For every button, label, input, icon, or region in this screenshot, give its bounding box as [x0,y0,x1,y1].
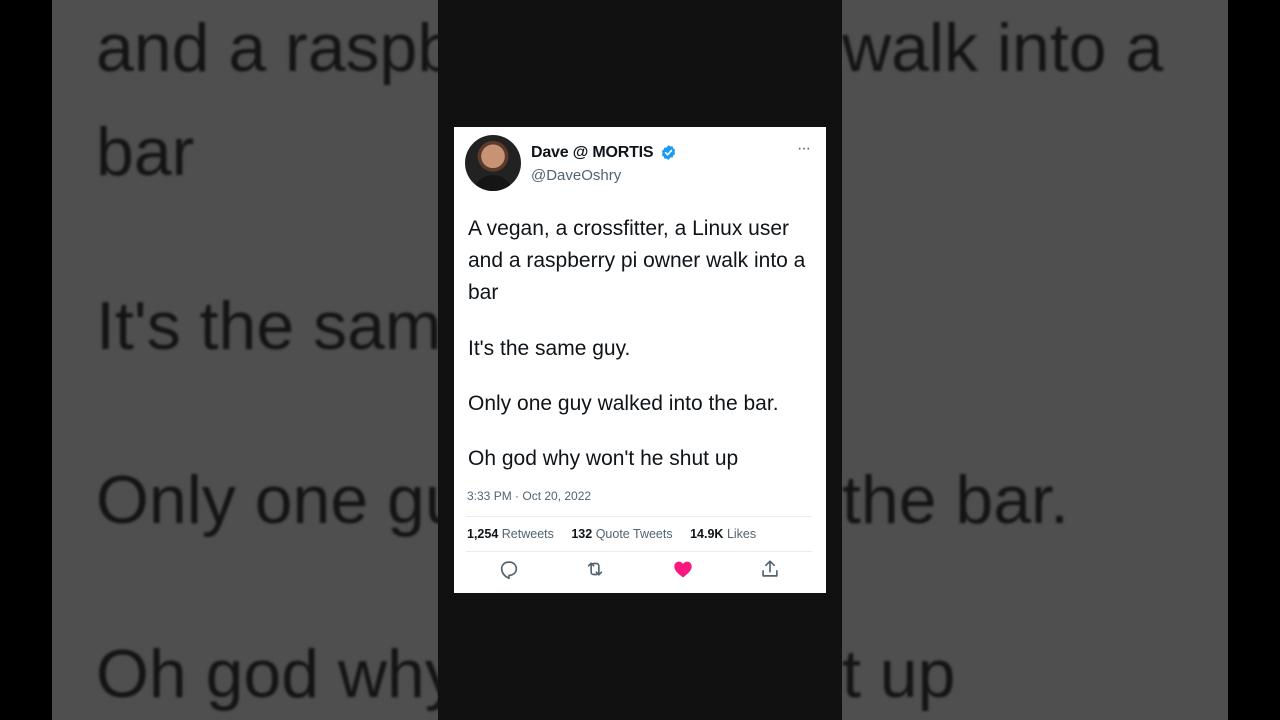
tweet-paragraph: Oh god why won't he shut up [468,447,739,470]
background-text: walk into a [842,10,1164,86]
tweet-paragraph: It's the same guy. [468,337,631,360]
quotes-stat[interactable]: 132 Quote Tweets [571,527,672,541]
background-text: It's the sam [96,288,442,364]
likes-label: Likes [726,527,757,541]
background-text: and a raspb [96,10,456,86]
like-icon[interactable] [672,558,694,580]
tweet-paragraph: Only one guy walked into the bar. [468,392,779,415]
quotes-label: Quote Tweets [595,527,673,541]
author-name[interactable]: Dave @ MORTIS [531,144,654,162]
author-handle[interactable]: @DaveOshry [531,167,621,184]
background-text: Only one gu [96,462,463,538]
tweet-timestamp[interactable]: 3:33 PM · Oct 20, 2022 [467,489,591,503]
retweet-icon[interactable] [584,558,606,580]
retweets-stat[interactable]: 1,254 Retweets [467,527,554,541]
background-text: t up [842,636,956,712]
quotes-count: 132 [571,527,593,541]
verified-badge-icon [661,145,676,160]
retweets-count: 1,254 [467,527,499,541]
tweet-card: Dave @ MORTIS @DaveOshry ··· A vegan, a … [454,127,826,593]
background-text: bar [96,114,195,190]
more-icon[interactable]: ··· [797,140,811,158]
divider [466,551,812,552]
reply-icon[interactable] [498,558,520,580]
tweet-paragraph: A vegan, a crossfitter, a Linux user and… [468,217,806,304]
avatar-shirt [473,175,513,191]
retweets-label: Retweets [501,527,554,541]
divider [466,516,812,517]
likes-stat[interactable]: 14.9K Likes [690,527,756,541]
avatar[interactable] [465,135,521,191]
tweet-stats: 1,254 Retweets 132 Quote Tweets 14.9K Li… [467,527,770,541]
likes-count: 14.9K [690,527,724,541]
background-text: the bar. [842,462,1069,538]
background-text: Oh god why [96,636,459,712]
share-icon[interactable] [759,558,781,580]
